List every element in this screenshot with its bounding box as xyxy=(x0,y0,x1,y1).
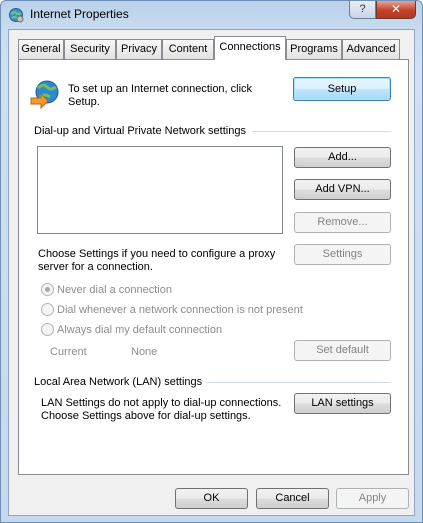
radio-dial-whenever-label: Dial whenever a network connection is no… xyxy=(57,304,303,316)
dialup-group-divider xyxy=(252,131,391,132)
window-title: Internet Properties xyxy=(30,7,129,21)
connections-panel: To set up an Internet connection, click … xyxy=(18,59,409,475)
close-button[interactable]: ✕ xyxy=(376,1,416,19)
tab-privacy[interactable]: Privacy xyxy=(116,39,162,59)
radio-dial-whenever[interactable] xyxy=(41,303,54,316)
lan-description-line2: Choose Settings above for dial-up settin… xyxy=(41,410,251,422)
tab-advanced[interactable]: Advanced xyxy=(342,39,400,59)
lan-settings-button[interactable]: LAN settings xyxy=(294,393,391,414)
lan-description-line1: LAN Settings do not apply to dial-up con… xyxy=(41,397,282,409)
tab-content[interactable]: Content xyxy=(162,39,214,59)
tab-connections[interactable]: Connections xyxy=(214,36,286,60)
internet-properties-window: Internet Properties ? ✕ General Security… xyxy=(0,0,423,523)
add-vpn-button[interactable]: Add VPN... xyxy=(294,179,391,200)
setup-description-line2: Setup. xyxy=(68,96,100,108)
add-button[interactable]: Add... xyxy=(294,147,391,168)
settings-button[interactable]: Settings xyxy=(294,244,391,265)
tab-general[interactable]: General xyxy=(18,39,64,59)
tab-programs[interactable]: Programs xyxy=(286,39,342,59)
radio-never-dial-label: Never dial a connection xyxy=(57,284,172,296)
globe-gear-icon xyxy=(8,7,24,23)
apply-button[interactable]: Apply xyxy=(336,488,409,509)
setup-button[interactable]: Setup xyxy=(293,77,391,101)
dialog-client: General Security Privacy Content Connect… xyxy=(8,29,415,516)
tab-security[interactable]: Security xyxy=(64,39,116,59)
proxy-description-line1: Choose Settings if you need to configure… xyxy=(38,248,276,260)
connections-list[interactable] xyxy=(37,146,283,234)
cancel-button[interactable]: Cancel xyxy=(256,488,329,509)
ok-button[interactable]: OK xyxy=(175,488,248,509)
current-label: Current xyxy=(50,346,87,358)
lan-group-label: Local Area Network (LAN) settings xyxy=(34,376,203,388)
radio-always-dial[interactable] xyxy=(41,323,54,336)
radio-never-dial[interactable] xyxy=(41,283,54,296)
dialup-group-label: Dial-up and Virtual Private Network sett… xyxy=(34,125,246,137)
remove-button[interactable]: Remove... xyxy=(294,212,391,233)
help-button[interactable]: ? xyxy=(349,1,376,19)
setup-description-line1: To set up an Internet connection, click xyxy=(68,83,253,95)
lan-group-divider xyxy=(206,382,391,383)
proxy-description-line2: server for a connection. xyxy=(38,261,153,273)
title-bar[interactable]: Internet Properties ? ✕ xyxy=(1,1,422,29)
set-default-button[interactable]: Set default xyxy=(294,340,391,361)
radio-always-dial-label: Always dial my default connection xyxy=(57,324,223,336)
current-value: None xyxy=(131,346,158,358)
globe-arrow-icon xyxy=(29,78,61,110)
